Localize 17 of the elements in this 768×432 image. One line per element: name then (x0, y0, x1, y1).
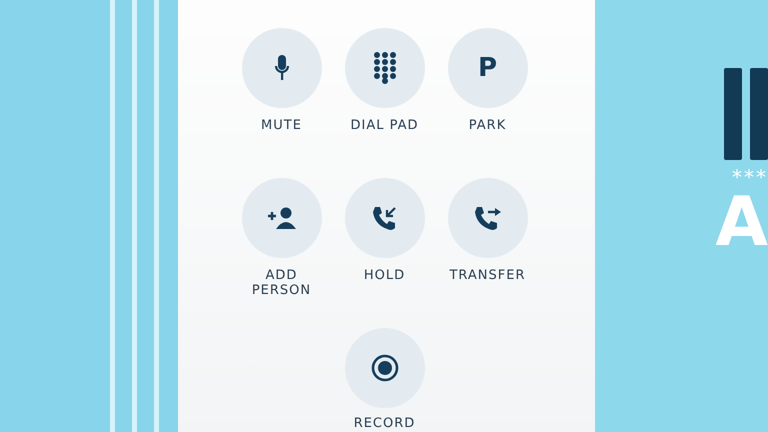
phone-incoming-icon (372, 205, 398, 231)
button-label: HOLD (362, 268, 406, 283)
masked-number: *** (732, 166, 768, 188)
add-person-icon (266, 207, 296, 229)
microphone-icon (274, 55, 288, 81)
park-icon: P (478, 55, 498, 81)
banner-letter: A (715, 188, 768, 258)
dialpad-icon (372, 52, 396, 84)
phone-forward-icon (474, 205, 502, 231)
button-label: TRANSFER (448, 268, 527, 283)
button-label: PARK (468, 118, 508, 133)
button-label: RECORD (352, 416, 416, 431)
park-button[interactable]: P (448, 28, 528, 108)
button-label: MUTE (260, 118, 303, 133)
button-label: DIAL PAD (349, 118, 420, 133)
button-label: ADD PERSON (250, 268, 312, 298)
record-icon (370, 354, 398, 382)
